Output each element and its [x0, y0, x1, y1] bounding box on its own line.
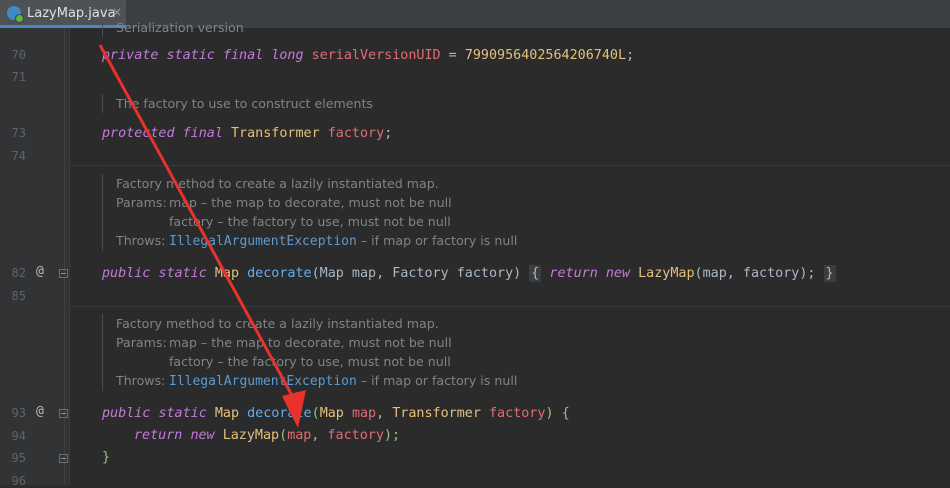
fold-toggle-icon[interactable]	[59, 409, 68, 418]
code-line-70: private static final long serialVersionU…	[102, 48, 635, 63]
code-line-73: protected final Transformer factory;	[102, 126, 393, 141]
doc-summary: The factory to use to construct elements	[116, 96, 373, 111]
code-editor[interactable]: 70 71 73 74 82 85 93 94 95 96 @ @ Serial…	[0, 18, 950, 488]
method-separator	[70, 306, 950, 307]
line-number: 95	[11, 451, 26, 465]
doc-comment-decorate-factory: Factory method to create a lazily instan…	[102, 174, 517, 251]
override-marker-icon[interactable]: @	[36, 404, 44, 419]
doc-comment-decorate-transformer: Factory method to create a lazily instan…	[102, 314, 517, 391]
method-name-decorate[interactable]: decorate	[247, 406, 312, 421]
line-number: 93	[11, 406, 26, 420]
exception-link[interactable]: IllegalArgumentException	[169, 234, 357, 249]
doc-comment-serial: Serialization version	[102, 18, 244, 37]
doc-param-factory: factory – the factory to use, must not b…	[169, 354, 451, 369]
doc-throws: Throws: IllegalArgumentException – if map…	[116, 233, 518, 249]
gutter: 70 71 73 74 82 85 93 94 95 96 @ @	[0, 28, 70, 488]
fold-toggle-icon[interactable]	[59, 269, 68, 278]
line-number: 70	[11, 48, 26, 62]
close-icon[interactable]: ×	[112, 5, 122, 19]
java-class-icon	[7, 6, 24, 23]
code-line-94: return new LazyMap(map, factory);	[134, 428, 401, 443]
gutter-divider	[69, 28, 70, 485]
doc-param-factory: factory – the factory to use, must not b…	[169, 214, 451, 229]
line-number: 73	[11, 126, 26, 140]
line-number: 71	[11, 70, 26, 84]
doc-summary: Serialization version	[116, 20, 244, 35]
doc-param-map: Params: map – the map to decorate, must n…	[116, 195, 452, 210]
doc-summary: Factory method to create a lazily instan…	[116, 176, 439, 191]
fold-toggle-icon[interactable]	[59, 454, 68, 463]
line-number: 96	[11, 474, 26, 488]
override-marker-icon[interactable]: @	[36, 264, 44, 279]
doc-param-map: Params: map – the map to decorate, must n…	[116, 335, 452, 350]
code-line-95: }	[102, 450, 111, 465]
line-number: 82	[11, 266, 26, 280]
doc-throws: Throws: IllegalArgumentException – if map…	[116, 373, 518, 389]
doc-summary: Factory method to create a lazily instan…	[116, 316, 439, 331]
doc-comment-factory: The factory to use to construct elements	[102, 94, 373, 113]
exception-link[interactable]: IllegalArgumentException	[169, 374, 357, 389]
line-number: 85	[11, 289, 26, 303]
line-number: 74	[11, 149, 26, 163]
code-line-82: public static Map decorate(Map map, Fact…	[102, 265, 836, 282]
code-line-93: public static Map decorate(Map map, Tran…	[102, 406, 570, 421]
line-number: 94	[11, 429, 26, 443]
method-separator	[70, 165, 950, 166]
